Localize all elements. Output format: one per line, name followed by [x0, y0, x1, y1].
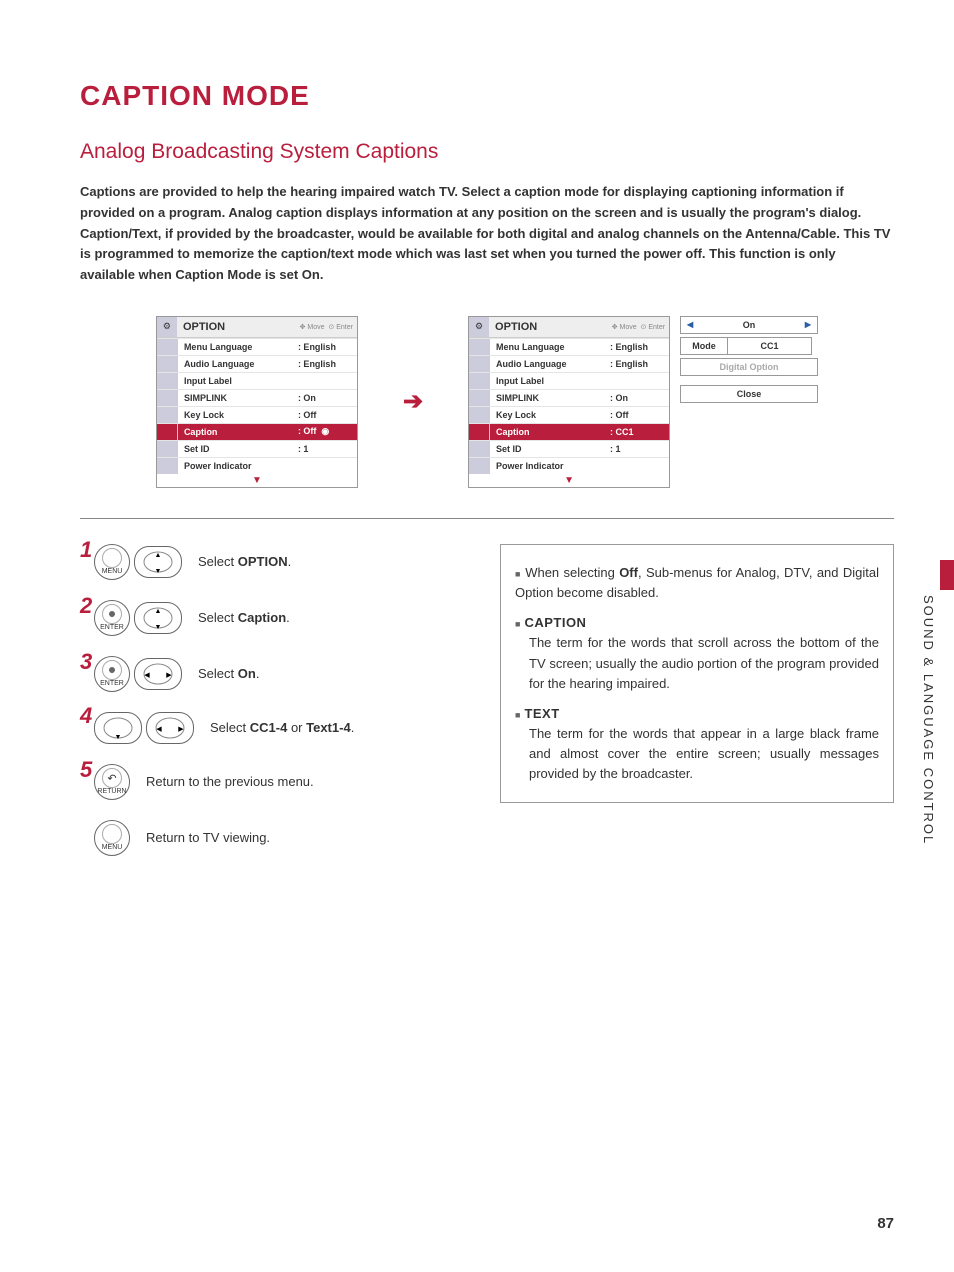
- section-indicator: [940, 560, 954, 590]
- menu-row: SIMPLINK: On: [469, 389, 669, 406]
- menu-row: Set ID: 1: [157, 440, 357, 457]
- menu-button-icon: MENU: [94, 544, 130, 580]
- menu-option-right: ⚙OPTION✥ Move ⊙ EnterMenu Language: Engl…: [468, 316, 670, 488]
- menu-row: Caption: Off ◉: [157, 423, 357, 440]
- caption-submenu: ◀On▶ ModeCC1 Digital Option Close: [680, 316, 818, 406]
- menu-row: Set ID: 1: [469, 440, 669, 457]
- menu-row: Power Indicator: [469, 457, 669, 474]
- svg-text:▼: ▼: [115, 734, 122, 741]
- menu-option-left: ⚙OPTION✥ Move ⊙ EnterMenu Language: Engl…: [156, 316, 358, 488]
- menu-row: Key Lock: Off: [469, 406, 669, 423]
- svg-text:▶: ▶: [178, 726, 184, 733]
- dpad-icon: ◀▶: [146, 712, 194, 744]
- svg-text:▲: ▲: [155, 608, 162, 615]
- down-icon: ▼: [94, 712, 142, 744]
- dpad-icon: ◀▶: [134, 658, 182, 690]
- menu-row: Menu Language: English: [469, 338, 669, 355]
- svg-text:▼: ▼: [155, 624, 162, 631]
- option-icon: ⚙: [469, 317, 489, 337]
- menu-row: Input Label: [157, 372, 357, 389]
- intro-text: Captions are provided to help the hearin…: [80, 182, 894, 286]
- menu-row: Audio Language: English: [157, 355, 357, 372]
- steps: 1MENU▲▼Select OPTION.2ENTER▲▼Select Capt…: [80, 544, 460, 876]
- menu-row: Key Lock: Off: [157, 406, 357, 423]
- menu-row: Audio Language: English: [469, 355, 669, 372]
- page-number: 87: [877, 1215, 894, 1232]
- menu-row: Input Label: [469, 372, 669, 389]
- svg-text:▶: ▶: [166, 672, 172, 679]
- svg-text:◀: ◀: [144, 672, 150, 679]
- info-box: ■When selecting Off, Sub-menus for Analo…: [500, 544, 894, 803]
- return-button-icon: ↶RETURN: [94, 764, 130, 800]
- option-icon: ⚙: [157, 317, 177, 337]
- svg-text:▼: ▼: [155, 568, 162, 575]
- arrow-right-icon: ➔: [403, 387, 423, 416]
- menu-row: Power Indicator: [157, 457, 357, 474]
- section-subtitle: Analog Broadcasting System Captions: [80, 140, 894, 164]
- dpad-icon: ▲▼: [134, 602, 182, 634]
- menu-row: SIMPLINK: On: [157, 389, 357, 406]
- enter-button-icon: ENTER: [94, 656, 130, 692]
- enter-button-icon: ENTER: [94, 600, 130, 636]
- menu-row: Menu Language: English: [157, 338, 357, 355]
- dpad-icon: ▲▼: [134, 546, 182, 578]
- side-section-label: SOUND & LANGUAGE CONTROL: [921, 595, 936, 845]
- menu-row: Caption: CC1: [469, 423, 669, 440]
- page-title: CAPTION MODE: [80, 80, 894, 112]
- svg-text:◀: ◀: [156, 726, 162, 733]
- menu-button-icon: MENU: [94, 820, 130, 856]
- divider: [80, 518, 894, 519]
- svg-text:▲: ▲: [155, 552, 162, 559]
